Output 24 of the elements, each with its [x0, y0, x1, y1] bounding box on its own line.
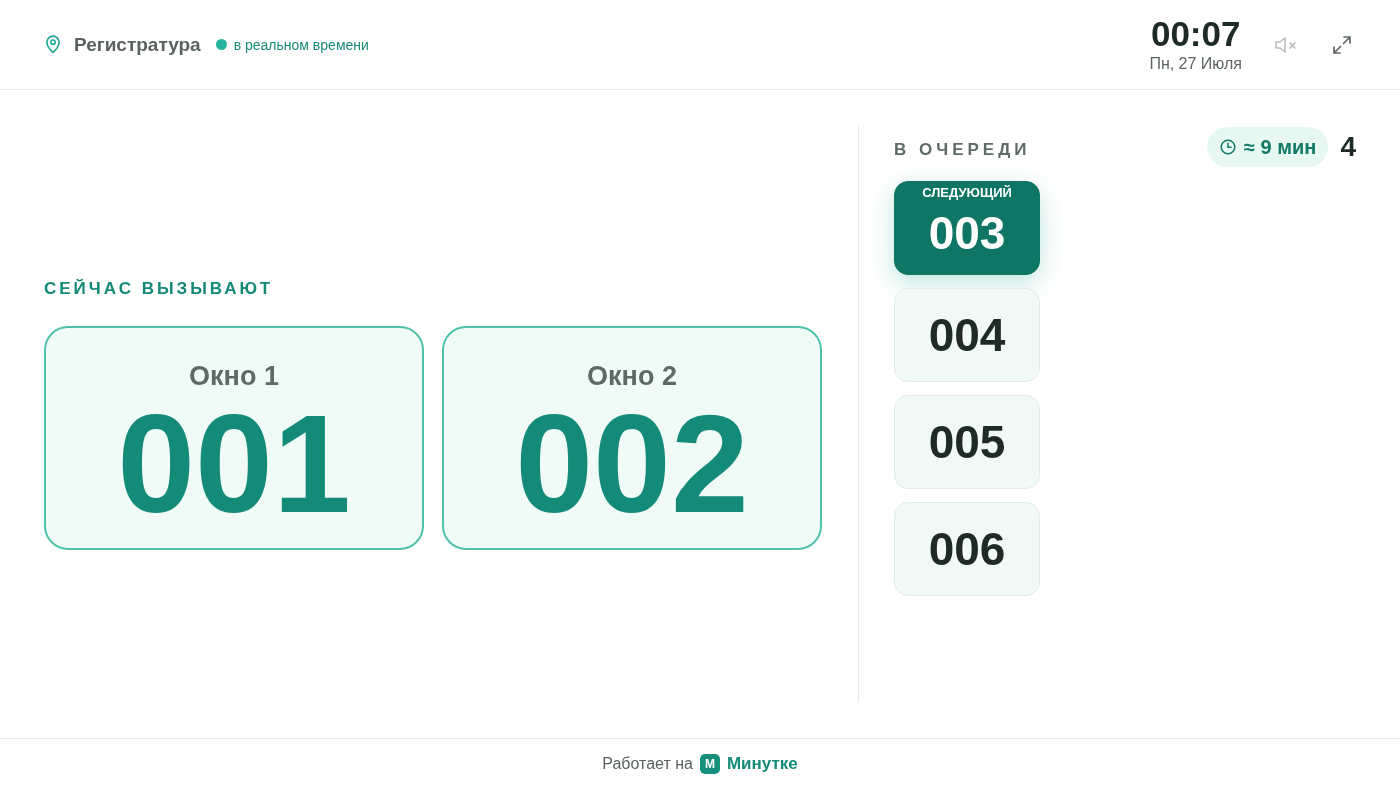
clock-date: Пн, 27 Июля — [1149, 53, 1242, 74]
brand-name: Минутке — [726, 753, 798, 774]
clock-time: 00:07 — [1150, 15, 1241, 52]
queue-ticket-number: 003 — [928, 208, 1006, 258]
brand-logo: М — [699, 753, 720, 774]
window-label: Окно 2 — [587, 359, 677, 392]
queue-heading: В ОЧЕРЕДИ — [894, 140, 1031, 160]
queue-count: 4 — [1340, 131, 1356, 163]
powered-by-text: Работает на — [602, 754, 693, 773]
location-title: Регистратура — [74, 33, 201, 56]
queue-ticket-number: 006 — [928, 524, 1006, 574]
next-label: СЛЕДУЮЩИЙ — [922, 185, 1012, 201]
live-status-label: в реальном времени — [233, 36, 369, 53]
speaker-muted-icon — [1274, 34, 1298, 55]
queue-ticket-number: 005 — [928, 417, 1006, 467]
ticket-number: 002 — [515, 393, 749, 534]
ticket-number: 001 — [117, 393, 351, 534]
now-calling-heading: СЕЙЧАС ВЫЗЫВАЮТ — [44, 278, 274, 299]
window-label: Окно 1 — [189, 359, 279, 392]
location-pin-icon — [45, 35, 61, 54]
wait-time-text: ≈ 9 мин — [1244, 135, 1317, 159]
expand-icon — [1332, 34, 1352, 55]
queue-ticket-number: 004 — [928, 310, 1006, 360]
clock-icon — [1220, 139, 1237, 155]
